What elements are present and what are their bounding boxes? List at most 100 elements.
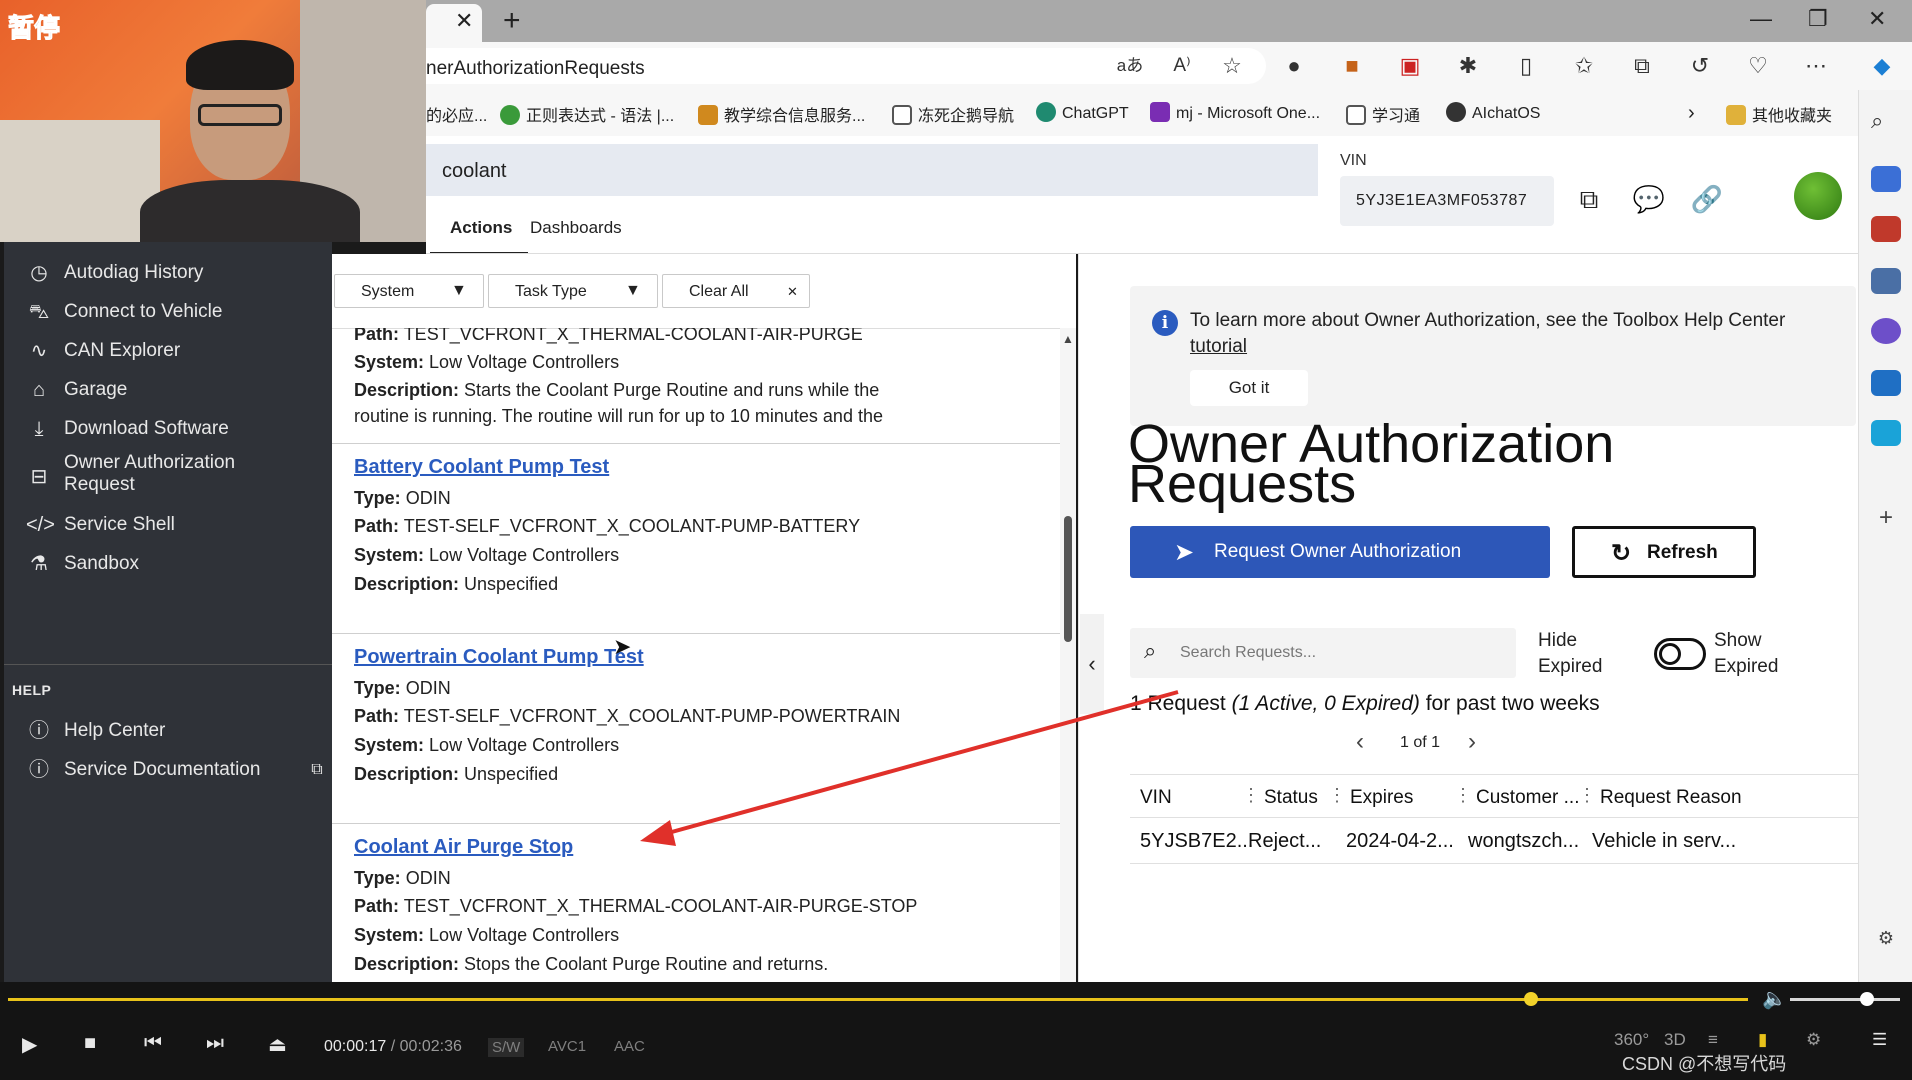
task-type-filter-button[interactable]: Task Type ▼ [488,274,658,308]
sidebar-search-icon[interactable]: ⌕ [1871,108,1901,134]
3d-button[interactable]: 3D [1664,1030,1686,1050]
system-filter-button[interactable]: System ▼ [334,274,484,308]
column-header[interactable]: Status [1264,787,1318,809]
column-header[interactable]: Request Reason [1600,787,1858,809]
next-page-chevron-icon[interactable]: › [1468,728,1476,756]
read-aloud-icon[interactable]: A⁾ [1166,50,1198,82]
sidebar-m365-icon[interactable] [1871,318,1901,344]
more-menu-icon[interactable]: ⋯ [1800,50,1832,82]
previous-icon[interactable]: ⏮ [144,1032,162,1055]
column-header[interactable]: VIN [1140,787,1172,809]
search-requests-input[interactable] [1180,640,1500,666]
bookmark-item[interactable]: 的必应... [426,102,487,126]
subtitle-icon[interactable]: ≡ [1708,1030,1718,1050]
performance-icon[interactable]: ♡ [1742,50,1774,82]
scrollbar-thumb[interactable] [1064,516,1072,642]
progress-knob[interactable] [1523,992,1538,1006]
copy-icon[interactable]: ⧉ [1572,182,1606,216]
new-tab-icon[interactable]: + [503,4,521,38]
favorite-star-icon[interactable]: ☆ [1216,50,1248,82]
link-icon[interactable]: 🔗 [1690,182,1724,216]
action-card[interactable]: Coolant Air Purge Stop Type: ODIN Path: … [332,824,1060,982]
expired-toggle[interactable] [1654,638,1706,670]
sidebar-settings-icon[interactable]: ⚙ [1871,928,1901,954]
bookmarks-overflow-chevron-icon[interactable]: › [1688,102,1695,125]
bookmark-item[interactable]: mj - Microsoft One... [1150,102,1320,123]
column-header[interactable]: Expires [1350,787,1413,809]
action-title-link[interactable]: Powertrain Coolant Pump Test [354,646,644,669]
minimize-icon[interactable]: — [1750,6,1772,32]
translate-icon[interactable]: aあ [1114,50,1146,82]
column-menu-icon[interactable]: ⋮ [1454,785,1472,806]
extension-globe-icon[interactable]: ● [1278,50,1310,82]
action-title-link[interactable]: Battery Coolant Pump Test [354,456,609,479]
bookmark-item[interactable]: 正则表达式 - 语法 |... [500,102,674,126]
action-card[interactable]: Battery Coolant Pump Test Type: ODIN Pat… [332,444,1060,634]
progress-bar[interactable] [8,998,1748,1001]
avatar[interactable] [1794,172,1842,220]
sidebar-send-icon[interactable] [1871,420,1901,446]
info-icon: i [1152,310,1178,336]
play-icon[interactable]: ▶ [22,1032,37,1057]
bookmark-item[interactable]: 教学综合信息服务... [698,102,865,126]
extension-red-icon[interactable]: ▣ [1394,50,1426,82]
collections-icon[interactable]: ⧉ [1626,50,1658,82]
favorites-icon[interactable]: ✩ [1568,50,1600,82]
prev-page-chevron-icon[interactable]: ‹ [1356,728,1364,756]
feedback-icon[interactable]: 💬 [1632,182,1666,216]
got-it-button[interactable]: Got it [1190,370,1308,406]
bookmark-item[interactable]: 冻死企鹅导航 [892,102,1014,126]
clear-all-button[interactable]: Clear All ✕ [662,274,810,308]
volume-knob[interactable] [1860,992,1874,1006]
table-row[interactable]: 5YJSB7E2... Reject... 2024-04-2... wongt… [1130,818,1858,864]
requests-search[interactable]: ⌕ [1130,628,1516,678]
sidebar-outlook-icon[interactable] [1871,370,1901,396]
bookmark-item[interactable]: AIchatOS [1446,102,1540,123]
volume-slider[interactable] [1790,998,1900,1001]
window-close-icon[interactable]: ✕ [1868,6,1886,32]
tab-dashboards[interactable]: Dashboards [530,218,622,238]
bookmark-folder[interactable]: 其他收藏夹 [1726,102,1832,126]
vin-field[interactable]: 5YJ3E1EA3MF053787 [1340,176,1554,226]
column-header[interactable]: Customer ... [1476,787,1579,809]
sidebar-add-icon[interactable]: + [1871,504,1901,531]
column-menu-icon[interactable]: ⋮ [1242,785,1260,806]
settings-gear-icon[interactable]: ⚙ [1806,1030,1821,1050]
next-icon[interactable]: ⏭ [206,1032,224,1055]
sidebar-games-icon[interactable] [1871,268,1901,294]
sidebar-tools-icon[interactable] [1871,216,1901,242]
scroll-up-icon[interactable]: ▲ [1062,332,1074,346]
tab-actions[interactable]: Actions [450,218,512,238]
restore-icon[interactable]: ❐ [1808,6,1828,32]
request-owner-authorization-button[interactable]: ➤ Request Owner Authorization [1130,526,1550,578]
refresh-button[interactable]: ↻ Refresh [1572,526,1756,578]
bookmark-item[interactable]: 学习通 [1346,102,1420,126]
action-card[interactable]: Powertrain Coolant Pump Test Type: ODIN … [332,634,1060,824]
history-toolbar-icon[interactable]: ↺ [1684,50,1716,82]
volume-icon[interactable]: 🔈 [1762,986,1787,1011]
column-menu-icon[interactable]: ⋮ [1578,785,1596,806]
search-input[interactable]: coolant [442,160,507,183]
action-title-link[interactable]: Coolant Air Purge Stop [354,836,573,859]
stop-icon[interactable]: ■ [84,1032,96,1055]
copilot-icon[interactable]: ◆ [1866,50,1898,82]
extension-box-icon[interactable]: ■ [1336,50,1368,82]
sidebar-tag-icon[interactable] [1871,166,1901,192]
extensions-puzzle-icon[interactable]: ✱ [1452,50,1484,82]
column-menu-icon[interactable]: ⋮ [1328,785,1346,806]
split-screen-icon[interactable]: ▯ [1510,50,1542,82]
bookmark-icon[interactable]: ▮ [1758,1030,1767,1050]
playlist-menu-icon[interactable]: ☰ [1872,1030,1887,1050]
vr-360-button[interactable]: 360° [1614,1030,1649,1050]
action-card[interactable]: Path: TEST_VCFRONT_X_THERMAL-COOLANT-AIR… [332,328,1060,444]
external-link-icon: ⧉ [311,761,323,778]
tab-close-icon[interactable]: ✕ [455,8,473,34]
collapse-panel-chevron-icon[interactable]: ‹ [1080,614,1104,714]
global-search[interactable]: coolant [426,144,1318,196]
list-scrollbar[interactable] [1060,328,1076,982]
bookmark-item[interactable]: ChatGPT [1036,102,1129,123]
url-text[interactable]: nerAuthorizationRequests [426,58,645,80]
browser-tab[interactable] [426,4,482,42]
eject-icon[interactable]: ⏏ [268,1032,287,1057]
tutorial-link[interactable]: tutorial [1190,336,1247,357]
